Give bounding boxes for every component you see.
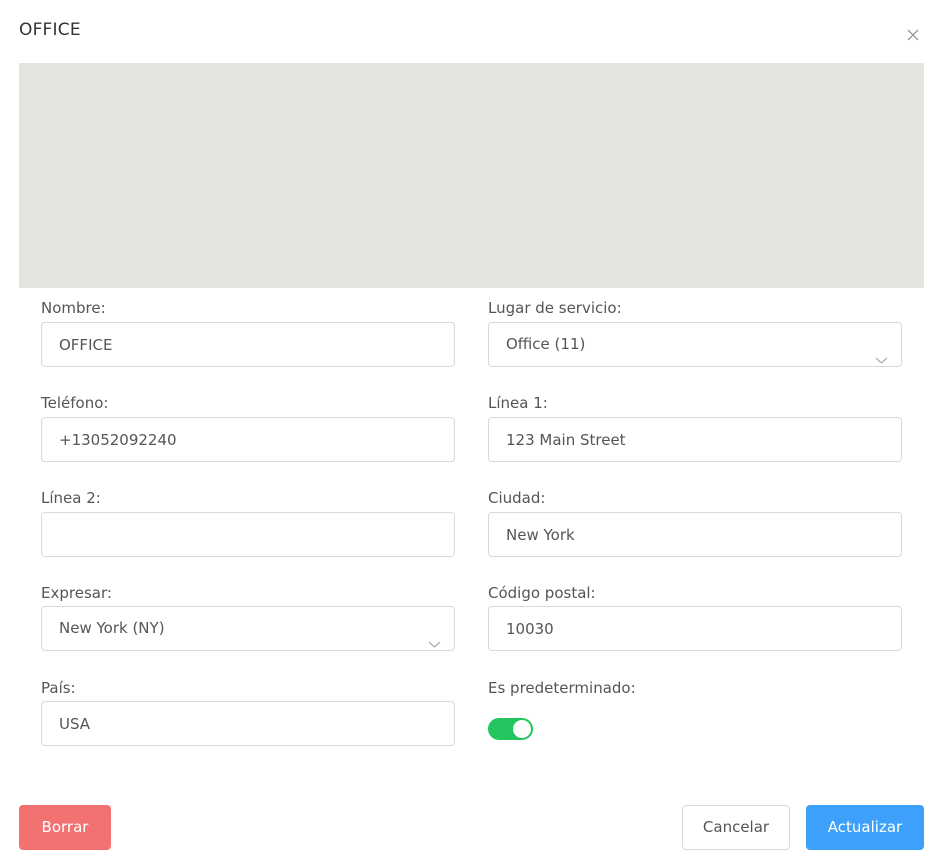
map-placeholder[interactable]: [19, 63, 924, 288]
expresar-select[interactable]: New York (NY): [41, 606, 455, 651]
lugar-label: Lugar de servicio:: [488, 299, 622, 317]
cancel-button[interactable]: Cancelar: [682, 805, 790, 850]
close-icon[interactable]: [906, 27, 920, 41]
dialog-title: OFFICE: [19, 20, 81, 40]
chevron-down-icon: [428, 623, 441, 648]
delete-button[interactable]: Borrar: [19, 805, 111, 850]
linea2-label: Línea 2:: [41, 489, 101, 507]
linea1-input[interactable]: [488, 417, 902, 462]
toggle-knob: [513, 720, 531, 738]
codigo-input[interactable]: [488, 606, 902, 651]
lugar-select-value: Office (11): [506, 335, 586, 353]
update-button[interactable]: Actualizar: [806, 805, 924, 850]
nombre-input[interactable]: [41, 322, 455, 367]
lugar-select[interactable]: Office (11): [488, 322, 902, 367]
ciudad-input[interactable]: [488, 512, 902, 557]
pais-label: País:: [41, 679, 76, 697]
codigo-label: Código postal:: [488, 584, 596, 602]
predeterminado-toggle[interactable]: [488, 718, 533, 740]
telefono-label: Teléfono:: [41, 394, 109, 412]
telefono-input[interactable]: [41, 417, 455, 462]
expresar-label: Expresar:: [41, 584, 112, 602]
predeterminado-label: Es predeterminado:: [488, 679, 636, 697]
linea2-input[interactable]: [41, 512, 455, 557]
nombre-label: Nombre:: [41, 299, 106, 317]
chevron-down-icon: [875, 339, 888, 364]
linea1-label: Línea 1:: [488, 394, 548, 412]
expresar-select-value: New York (NY): [59, 619, 165, 637]
ciudad-label: Ciudad:: [488, 489, 546, 507]
pais-input[interactable]: [41, 701, 455, 746]
